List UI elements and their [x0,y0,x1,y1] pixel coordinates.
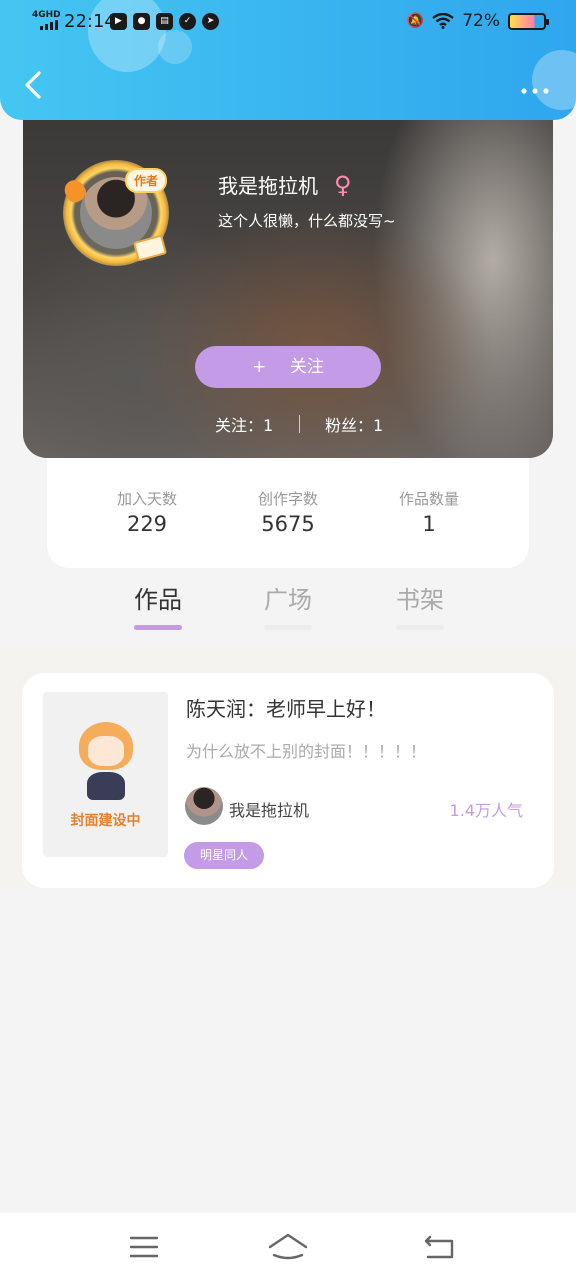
fans-count[interactable]: 粉丝：1 [325,412,383,436]
back-button[interactable] [16,70,50,110]
more-dots-icon [521,88,549,94]
clock: 22:14 [64,11,116,32]
stat-join-days: 加入天数 229 [97,488,197,568]
mute-bell-icon: 🔕 [406,13,425,29]
status-right: 🔕 72% [406,11,549,31]
book-cover[interactable]: 封面建设中 [43,692,168,857]
signal-icon [40,20,58,30]
stat-value: 5675 [261,512,315,536]
stat-works-count: 作品数量 1 [379,488,479,568]
home-button[interactable] [266,1231,310,1263]
compass-icon: ➤ [202,13,219,30]
cover-placeholder-text: 封面建设中 [70,813,141,829]
divider [299,415,300,433]
shield-icon: ✓ [179,13,196,30]
follow-button[interactable]: + 关注 [195,346,381,388]
plus-icon: + [252,357,267,377]
author-badge: 作者 [125,168,168,193]
app-icon: ● [133,13,150,30]
network-type: 4GHD [32,10,61,20]
home-icon [268,1233,308,1260]
status-bar: 4GHD 22:14 ▶ ● ▤ ✓ ➤ 🔕 72% [0,0,576,44]
cover-illustration [79,722,133,800]
stat-value: 229 [126,512,168,536]
tab-label: 书架 [396,586,444,614]
tab-bookshelf[interactable]: 书架 [380,580,460,630]
stat-word-count: 创作字数 5675 [238,488,338,568]
system-nav-bar [0,1213,576,1280]
female-icon: ♀ [334,170,352,199]
author-name: 我是拖拉机 [229,801,310,820]
tab-indicator [134,625,182,630]
play-icon: ▶ [110,13,127,30]
tab-label: 广场 [264,586,312,614]
stat-value: 1 [422,512,436,536]
chevron-left-icon [25,71,41,99]
avatar-frame: 作者 [60,160,169,266]
work-title[interactable]: 陈天润：老师早上好！ [186,693,386,722]
top-header: 4GHD 22:14 ▶ ● ▤ ✓ ➤ 🔕 72% [0,0,576,120]
follow-label: 关注 [289,357,324,377]
battery-percent: 72% [462,11,500,31]
bio-text: 这个人很懒，什么都没写~ [218,212,396,230]
battery-icon [508,12,549,30]
tab-indicator [396,625,444,630]
stat-label: 创作字数 [257,490,318,508]
menu-icon [129,1236,159,1258]
genre-tag[interactable]: 明星同人 [184,842,265,869]
tab-label: 作品 [134,586,182,614]
work-description: 为什么放不上别的封面！！！！！ [186,742,427,761]
follow-counts: 关注：1 粉丝：1 [23,412,553,436]
back-nav-button[interactable] [418,1231,462,1263]
tab-indicator [264,625,312,630]
return-icon [424,1235,454,1259]
tab-bar: 作品 广场 书架 [0,580,576,648]
menu-button[interactable] [122,1231,166,1263]
book-icon: ▤ [156,13,173,30]
stats-card: 加入天数 229 创作字数 5675 作品数量 1 [47,458,529,568]
more-button[interactable] [520,78,550,98]
popularity-count: 1.4万人气 [449,801,523,820]
username: 我是拖拉机 [218,174,318,198]
profile-hero: 作者 我是拖拉机 ♀ 这个人很懒，什么都没写~ + 关注 关注：1 粉丝：1 [23,100,553,458]
author-avatar [185,787,223,825]
username-row: 我是拖拉机 ♀ [218,170,352,199]
work-card[interactable]: 封面建设中 陈天润：老师早上好！ 为什么放不上别的封面！！！！！ 我是拖拉机 1… [22,673,554,888]
stat-label: 加入天数 [116,490,177,508]
stat-label: 作品数量 [398,490,459,508]
notification-icons: ▶ ● ▤ ✓ ➤ [110,13,219,30]
following-count[interactable]: 关注：1 [215,412,273,436]
tab-square[interactable]: 广场 [248,580,328,630]
tab-works[interactable]: 作品 [118,580,198,630]
wifi-icon [432,13,454,29]
